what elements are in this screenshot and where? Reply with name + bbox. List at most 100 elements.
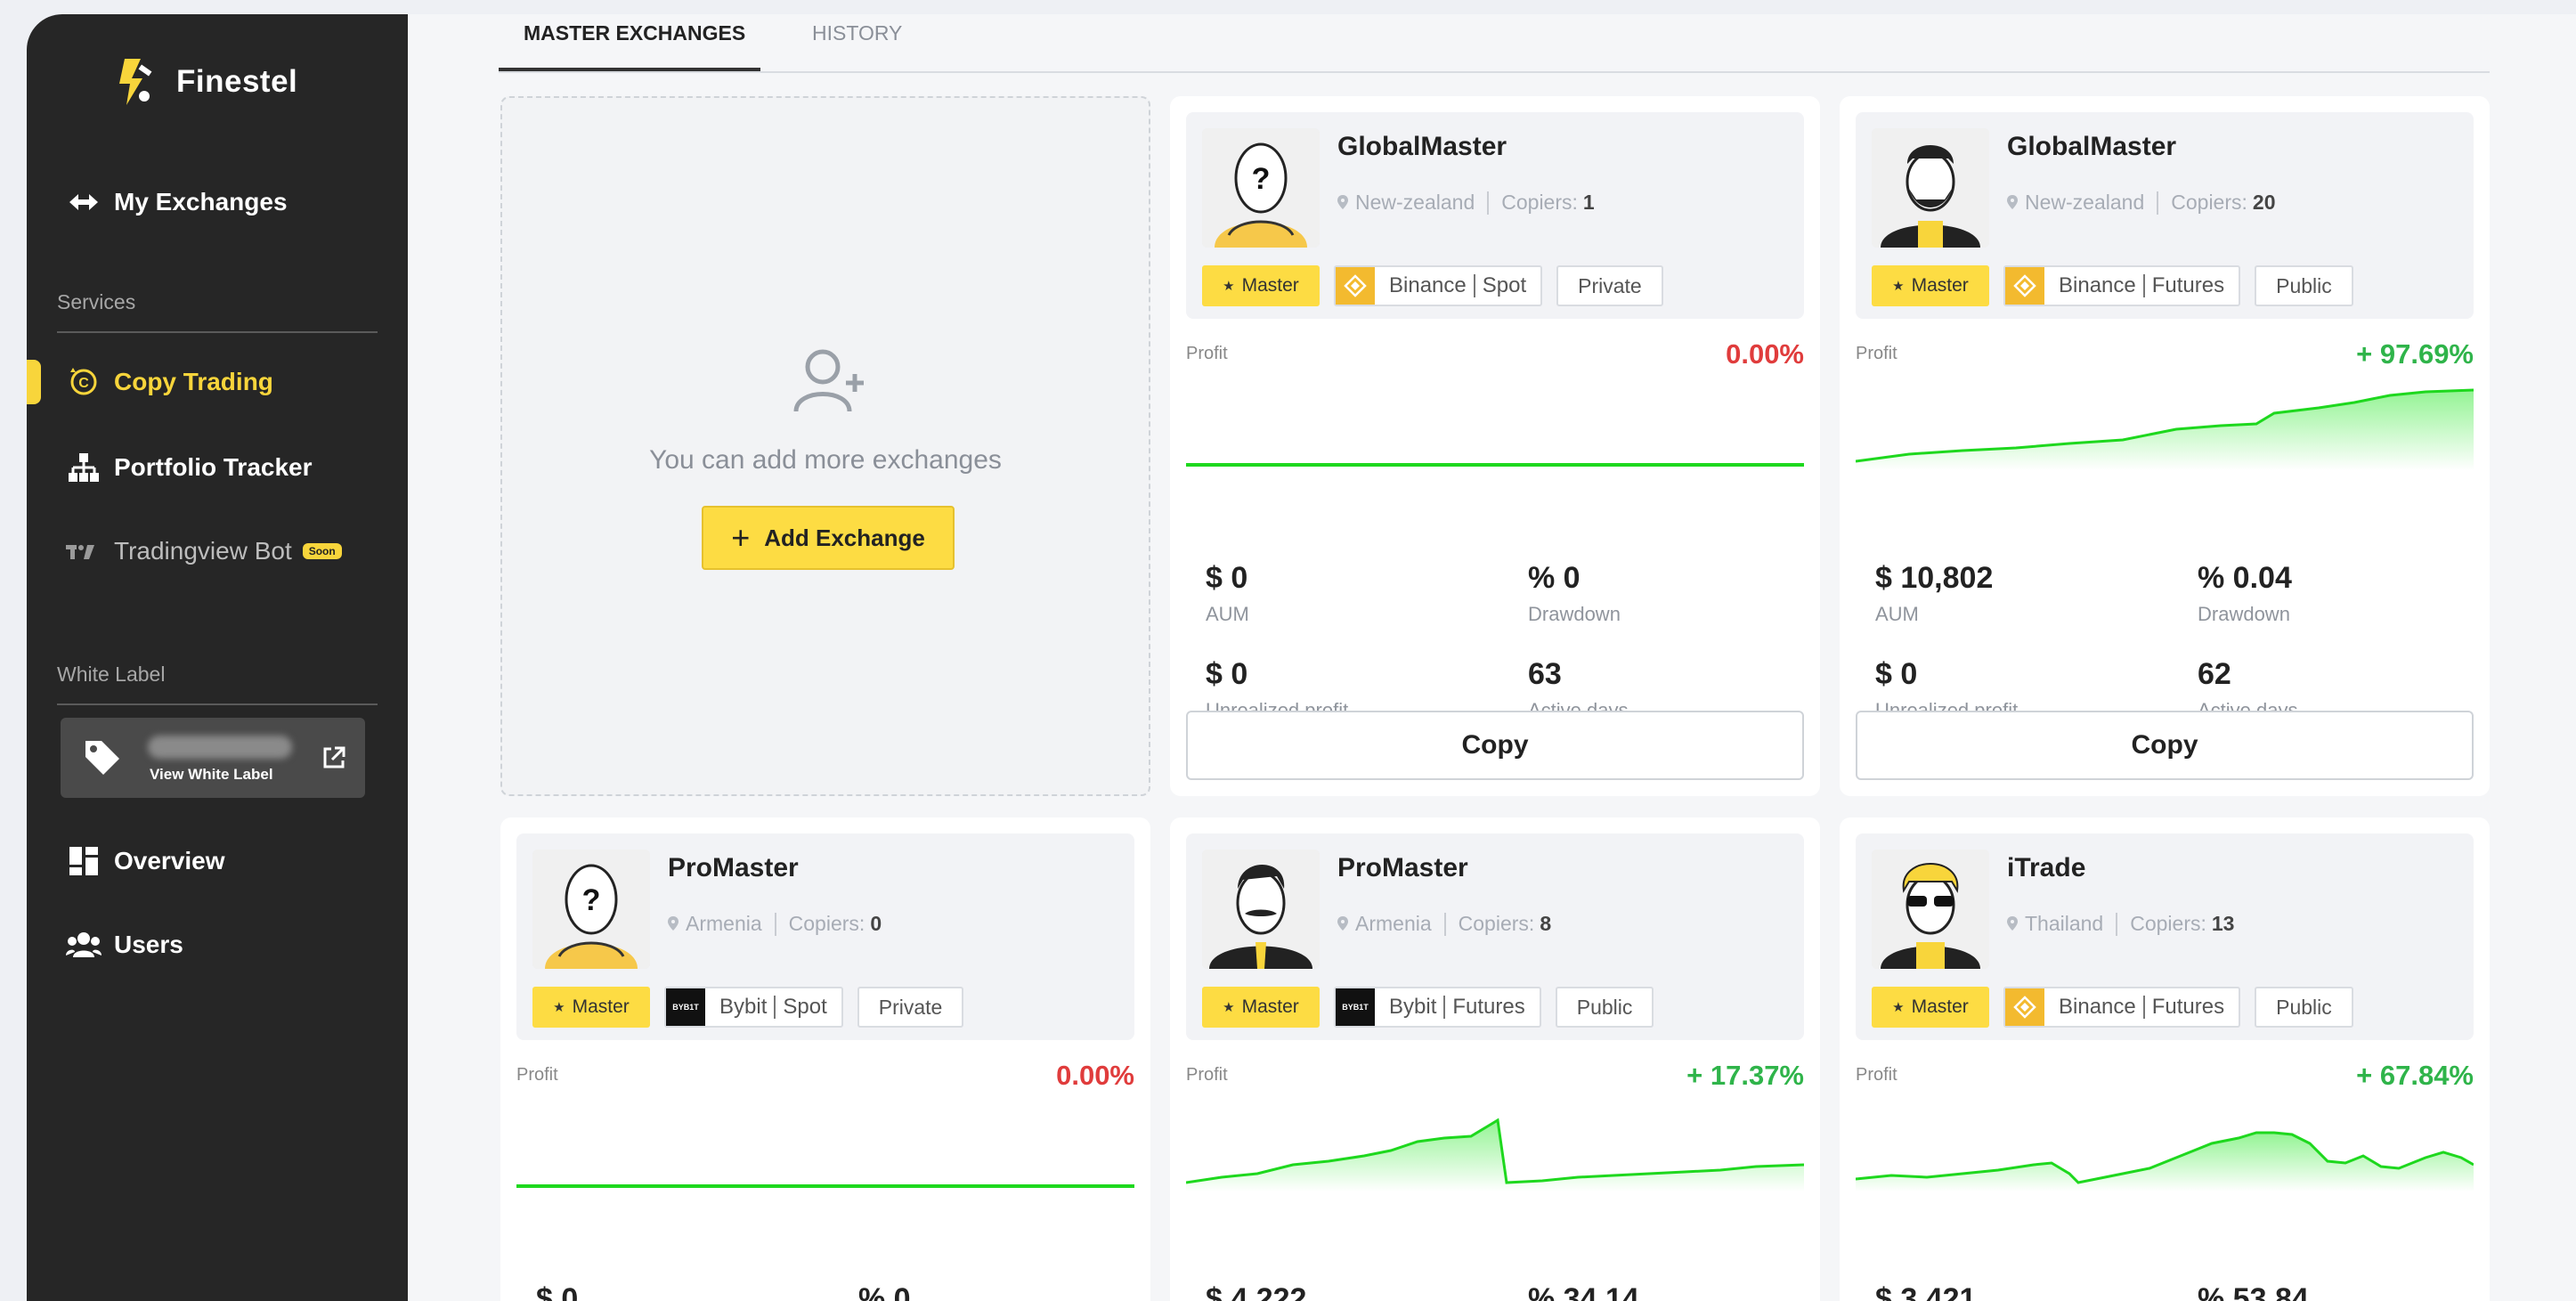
copy-button[interactable]: Copy <box>1186 711 1804 780</box>
tab-history[interactable]: HISTORY <box>812 21 902 71</box>
sidebar-item-label: Users <box>114 931 183 958</box>
sidebar-item-label: Tradingview Bot <box>114 537 292 565</box>
drawdown-value: % 34.14 <box>1528 1282 1639 1301</box>
star-icon: ★ <box>1892 1000 1905 1015</box>
location: Armenia <box>686 912 762 935</box>
tab-bar: MASTER EXCHANGES HISTORY <box>499 14 2490 73</box>
exchange-arrows-icon <box>66 184 102 220</box>
active-days-value: 62 <box>2198 657 2231 691</box>
sidebar-item-copy-trading[interactable]: C Copy Trading <box>66 360 273 404</box>
master-card: ? ProMaster Armenia Copiers: 0 ★ Master … <box>500 817 1150 1301</box>
exchange-badge: BYB1T Bybit Futures <box>1334 987 1541 1028</box>
master-tags: ★ Master Binance Futures Public <box>1872 265 2353 306</box>
star-icon: ★ <box>553 1000 565 1015</box>
svg-text:?: ? <box>1252 162 1271 196</box>
drawdown-label: Drawdown <box>2198 603 2290 625</box>
divider <box>2142 274 2145 297</box>
profit-sparkline <box>1856 388 2474 470</box>
white-label-card[interactable]: View White Label <box>61 718 365 798</box>
copiers-label: Copiers: <box>788 912 865 935</box>
location: New-zealand <box>1355 191 1475 214</box>
drawdown-value: % 0.04 <box>2198 561 2292 595</box>
profit-sparkline <box>1186 1118 1804 1191</box>
bybit-logo-icon: BYB1T <box>1336 988 1375 1026</box>
exchange-badge: BYB1T Bybit Spot <box>664 987 843 1028</box>
aum-value: $ 0 <box>1206 561 1248 595</box>
visibility-badge: Private <box>857 987 964 1028</box>
location-pin-icon <box>1337 191 1348 215</box>
svg-text:C: C <box>78 376 89 391</box>
divider <box>1473 274 1475 297</box>
exchange-badge: Binance Spot <box>1334 265 1543 306</box>
exchange-market: Spot <box>783 995 827 1019</box>
sidebar-item-label: Overview <box>114 847 225 874</box>
master-badge-label: Master <box>1241 275 1299 296</box>
divider <box>774 912 776 936</box>
master-badge-label: Master <box>1241 996 1299 1017</box>
master-card-header: ? GlobalMaster New-zealand Copiers: 1 ★ … <box>1186 112 1804 319</box>
plus-icon: + <box>731 519 751 556</box>
sidebar-item-label: Copy Trading <box>114 368 273 395</box>
bybit-logo-icon: BYB1T <box>666 988 705 1026</box>
master-name[interactable]: iTrade <box>2007 853 2085 883</box>
exchange-market: Spot <box>1482 273 1527 297</box>
aum-stat: $ 3,421 AUM <box>1875 1282 1976 1301</box>
master-badge: ★ Master <box>1872 265 1989 306</box>
master-name[interactable]: GlobalMaster <box>2007 132 2176 162</box>
star-icon: ★ <box>1223 1000 1235 1015</box>
divider <box>1443 912 1446 936</box>
profit-value: + 97.69% <box>2356 338 2474 370</box>
add-exchange-hint: You can add more exchanges <box>649 445 1002 475</box>
view-white-label-link[interactable]: View White Label <box>150 766 273 784</box>
drawdown-stat: % 53.84 Drawdown <box>2198 1282 2309 1301</box>
aum-stat: $ 10,802 AUM <box>1875 561 1993 626</box>
master-card-header: ProMaster Armenia Copiers: 8 ★ Master BY… <box>1186 833 1804 1040</box>
visibility-badge: Public <box>1555 987 1654 1028</box>
sidebar-item-users[interactable]: Users <box>66 923 183 967</box>
profit-label: Profit <box>1856 344 1897 363</box>
master-card: GlobalMaster New-zealand Copiers: 20 ★ M… <box>1840 96 2490 796</box>
aum-value: $ 4,222 <box>1206 1282 1307 1301</box>
add-user-icon <box>791 347 871 419</box>
aum-label: AUM <box>1875 603 1919 625</box>
add-exchange-button[interactable]: + Add Exchange <box>702 506 955 570</box>
master-meta: New-zealand Copiers: 1 <box>1337 191 1595 215</box>
visibility-badge: Private <box>1556 265 1663 306</box>
binance-logo-icon <box>2005 988 2044 1026</box>
master-badge-label: Master <box>1911 275 1969 296</box>
sidebar-item-overview[interactable]: Overview <box>66 839 225 883</box>
copy-button[interactable]: Copy <box>1856 711 2474 780</box>
drawdown-value: % 0 <box>1528 561 1581 595</box>
divider <box>2157 191 2159 215</box>
sidebar-item-my-exchanges[interactable]: My Exchanges <box>66 180 288 224</box>
exchange-market: Futures <box>2151 995 2225 1019</box>
external-link-icon[interactable] <box>321 744 347 776</box>
star-icon: ★ <box>1223 279 1235 294</box>
profit-label: Profit <box>1186 344 1228 363</box>
location-pin-icon <box>1337 912 1348 936</box>
aum-value: $ 3,421 <box>1875 1282 1977 1301</box>
master-name[interactable]: GlobalMaster <box>1337 132 1507 162</box>
profit-sparkline <box>1186 463 1804 467</box>
add-exchange-card: You can add more exchanges + Add Exchang… <box>500 96 1150 796</box>
sidebar: Finestel My Exchanges Services C Copy Tr… <box>27 14 408 1301</box>
master-name[interactable]: ProMaster <box>668 853 799 883</box>
drawdown-label: Drawdown <box>1528 603 1621 625</box>
profit-value: 0.00% <box>1056 1060 1134 1091</box>
copiers-label: Copiers: <box>1458 912 1535 935</box>
tab-master-exchanges[interactable]: MASTER EXCHANGES <box>499 21 760 71</box>
master-name[interactable]: ProMaster <box>1337 853 1468 883</box>
master-card: ProMaster Armenia Copiers: 8 ★ Master BY… <box>1170 817 1820 1301</box>
sidebar-item-portfolio-tracker[interactable]: Portfolio Tracker <box>66 445 313 490</box>
master-badge-label: Master <box>572 996 630 1017</box>
soon-badge: Soon <box>302 543 342 559</box>
sidebar-item-tradingview-bot[interactable]: Tradingview Bot Soon <box>66 529 342 573</box>
unrealized-profit-value: $ 0 <box>1206 657 1248 691</box>
exchange-name: Binance <box>2059 273 2136 297</box>
logo[interactable]: Finestel <box>112 55 297 109</box>
profit-value: 0.00% <box>1726 338 1804 370</box>
copiers-label: Copiers: <box>2171 191 2247 214</box>
active-days-value: 63 <box>1528 657 1562 691</box>
profit-label: Profit <box>1856 1065 1897 1085</box>
sidebar-item-label: Portfolio Tracker <box>114 453 313 481</box>
